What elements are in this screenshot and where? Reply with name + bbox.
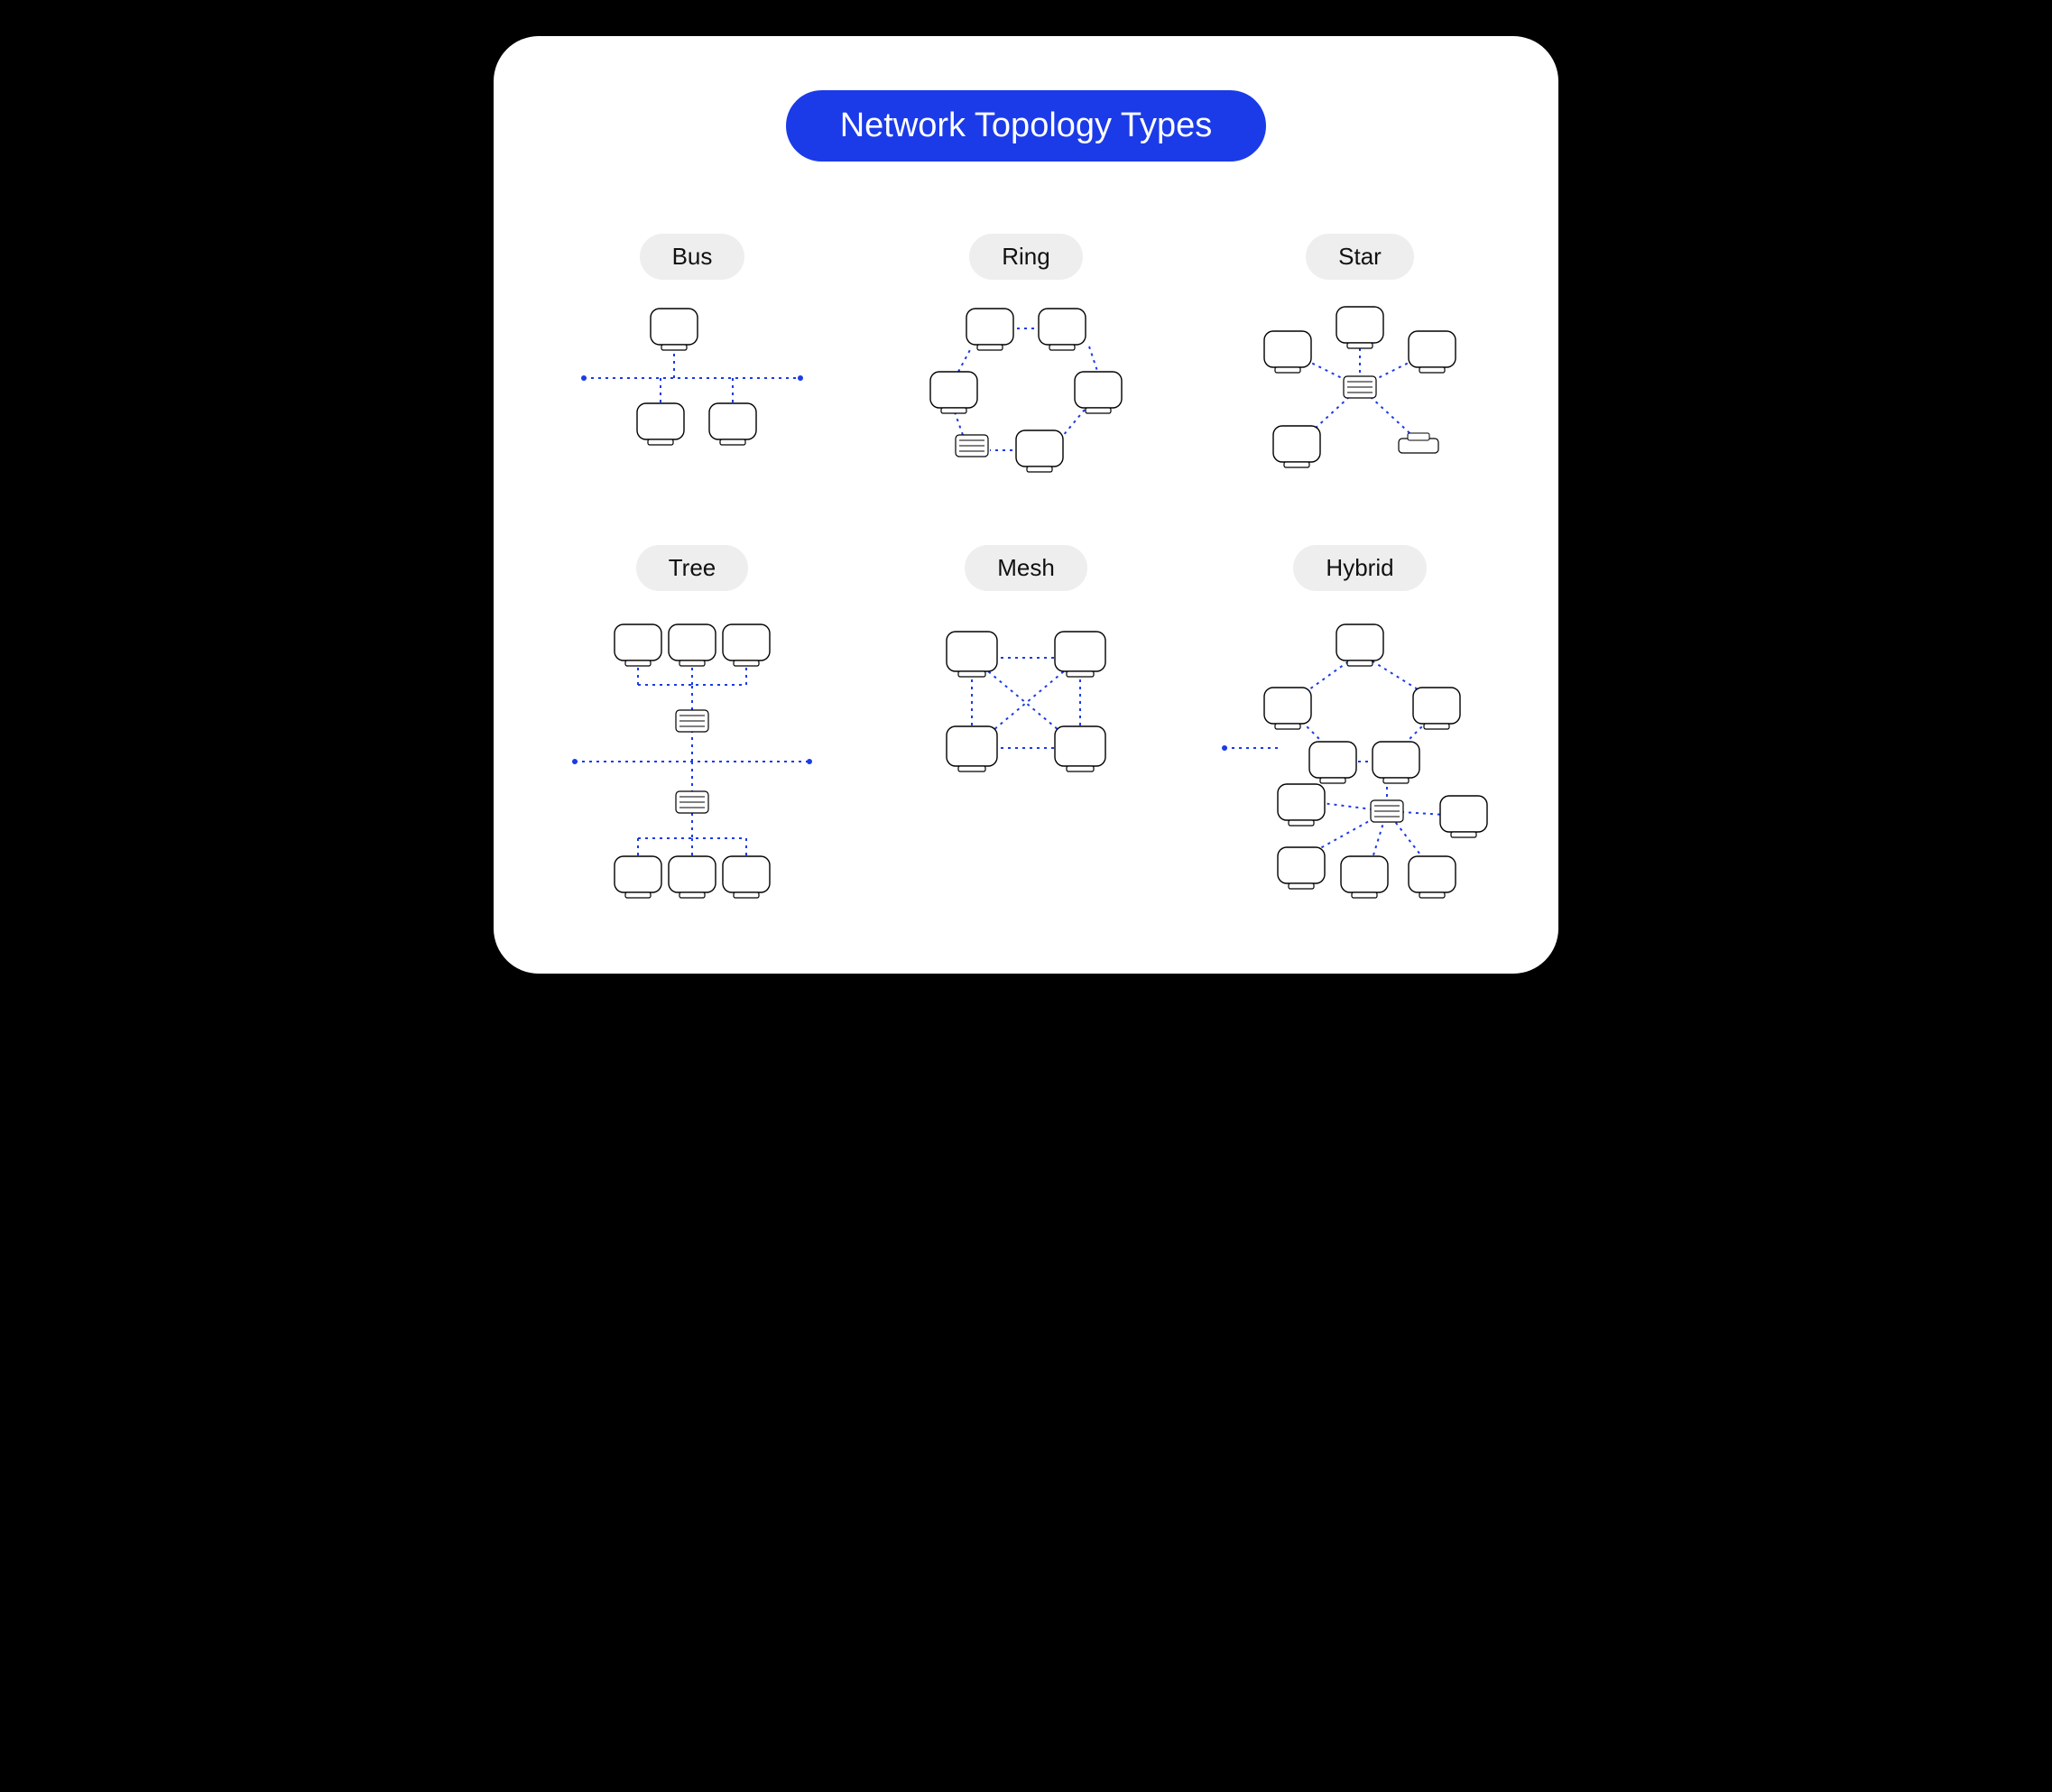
diagram-bus: [539, 301, 846, 455]
diagram-hybrid: [1206, 613, 1513, 901]
computer-icon: [615, 624, 661, 666]
topology-label-tree: Tree: [636, 545, 749, 591]
topology-hybrid: Hybrid: [1206, 545, 1513, 901]
computer-icon: [1336, 624, 1383, 666]
computer-icon: [709, 403, 756, 445]
computer-icon: [947, 726, 997, 771]
computer-icon: [1409, 331, 1456, 373]
computer-icon: [1016, 430, 1063, 472]
computer-icon: [1309, 742, 1356, 783]
topology-label-ring: Ring: [969, 234, 1082, 280]
computer-icon: [930, 372, 977, 413]
topology-bus: Bus: [539, 234, 846, 482]
topology-label-hybrid: Hybrid: [1293, 545, 1426, 591]
computer-icon: [651, 309, 698, 350]
computer-icon: [1409, 856, 1456, 898]
topology-tree: Tree: [539, 545, 846, 901]
computer-icon: [1440, 796, 1487, 837]
topology-label-bus: Bus: [640, 234, 745, 280]
computer-icon: [637, 403, 684, 445]
computer-icon: [947, 632, 997, 677]
computer-icon: [669, 856, 716, 898]
computer-icon: [1039, 309, 1086, 350]
computer-icon: [1264, 331, 1311, 373]
printer-icon: [1399, 433, 1438, 453]
diagram-star: [1206, 301, 1513, 482]
topology-grid: Bus: [539, 234, 1513, 901]
computer-icon: [669, 624, 716, 666]
hub-icon: [676, 710, 708, 732]
topology-star: Star: [1206, 234, 1513, 482]
computer-icon: [1055, 632, 1105, 677]
topology-label-star: Star: [1306, 234, 1414, 280]
page-title: Network Topology Types: [786, 90, 1267, 162]
topology-label-mesh: Mesh: [965, 545, 1087, 591]
diagram-card: Network Topology Types Bus: [494, 36, 1558, 974]
topology-ring: Ring: [873, 234, 1179, 482]
computer-icon: [1278, 784, 1325, 826]
hub-icon: [1344, 376, 1376, 398]
computer-icon: [1413, 688, 1460, 729]
computer-icon: [723, 856, 770, 898]
computer-icon: [1264, 688, 1311, 729]
hub-icon: [676, 791, 708, 813]
computer-icon: [1075, 372, 1122, 413]
computer-icon: [1341, 856, 1388, 898]
server-icon: [956, 435, 988, 457]
computer-icon: [1373, 742, 1419, 783]
diagram-mesh: [873, 613, 1179, 793]
diagram-ring: [873, 301, 1179, 482]
diagram-tree: [539, 613, 846, 901]
topology-mesh: Mesh: [873, 545, 1179, 901]
computer-icon: [1336, 307, 1383, 348]
computer-icon: [1278, 847, 1325, 889]
computer-icon: [615, 856, 661, 898]
computer-icon: [1273, 426, 1320, 467]
hub-icon: [1371, 800, 1403, 822]
computer-icon: [723, 624, 770, 666]
computer-icon: [966, 309, 1013, 350]
computer-icon: [1055, 726, 1105, 771]
